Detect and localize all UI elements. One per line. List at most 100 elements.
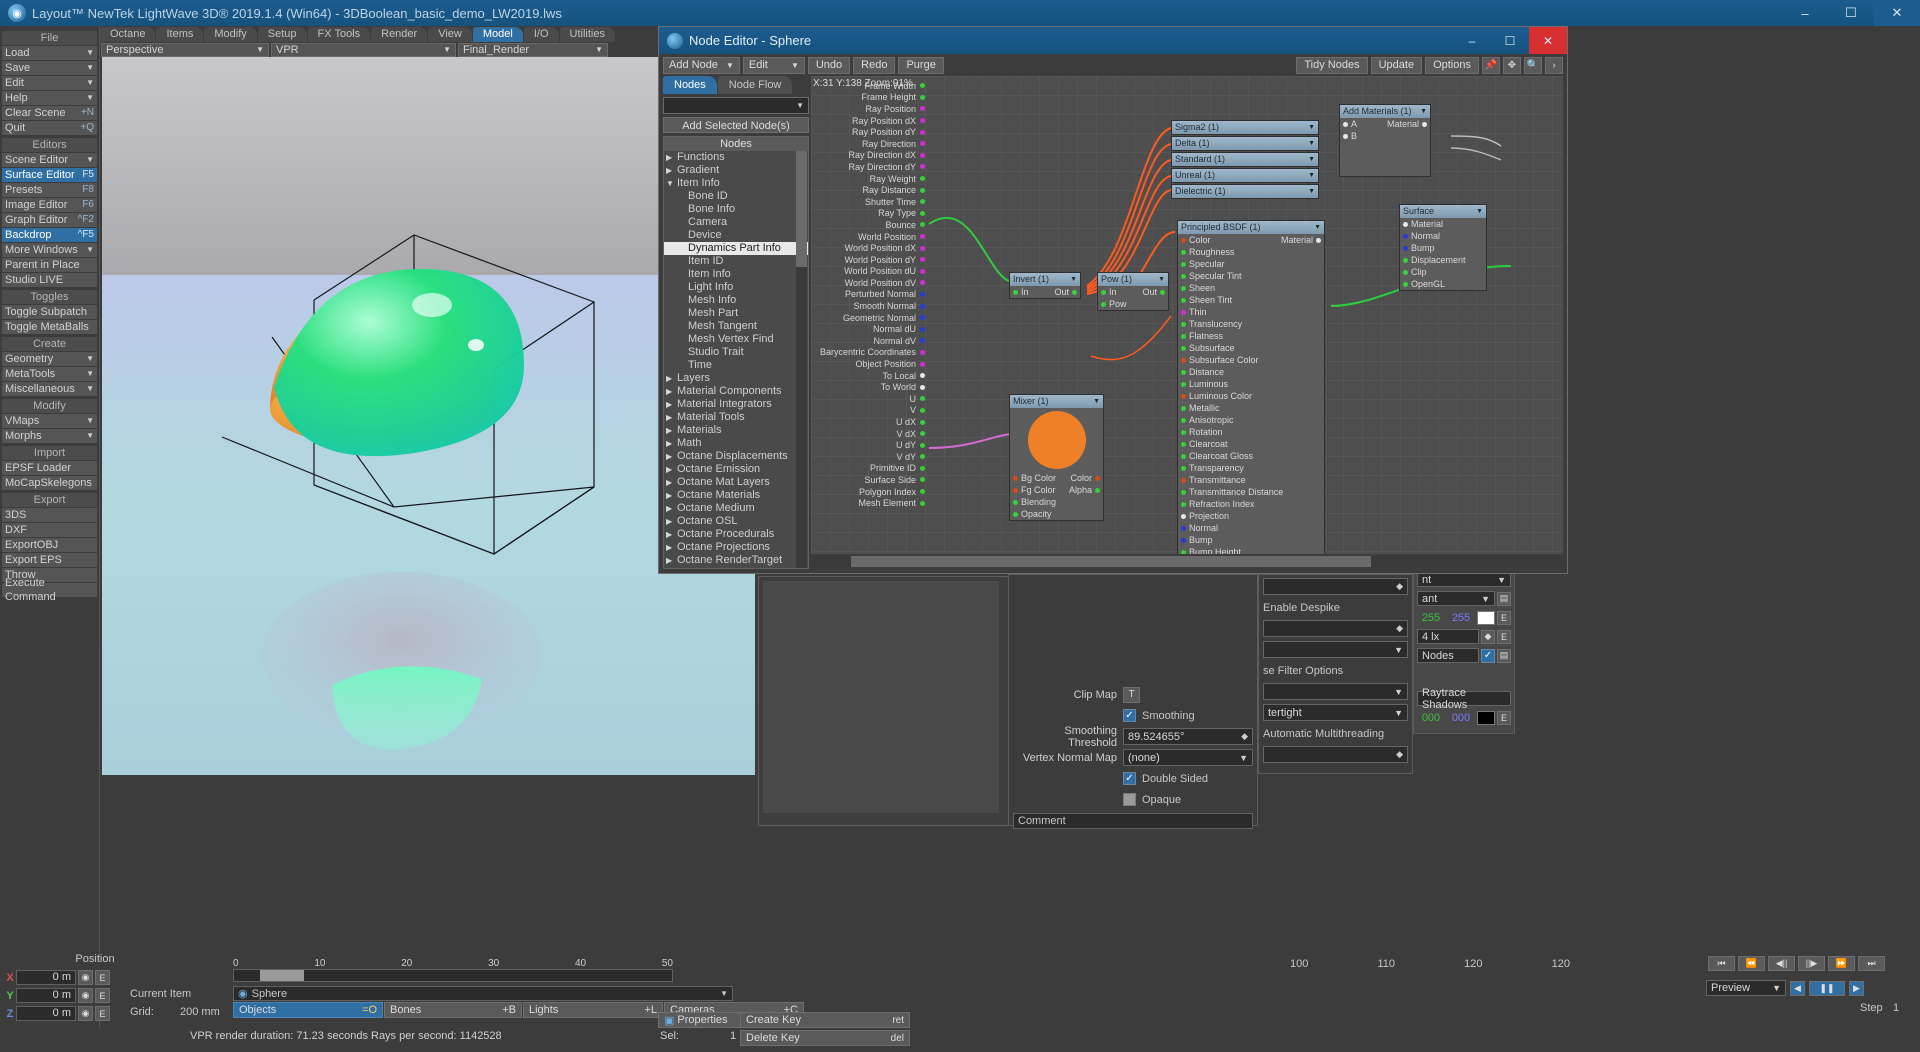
smoothing-row[interactable]: ✓ Smoothing bbox=[1013, 706, 1253, 725]
chevron-right-icon[interactable]: ▶ bbox=[666, 463, 677, 476]
source-output-world-position-dy[interactable]: World Position dY bbox=[819, 254, 925, 266]
port-dot-icon[interactable] bbox=[1403, 245, 1408, 251]
chevron-right-icon[interactable]: ▶ bbox=[666, 450, 677, 463]
port-dot-icon[interactable] bbox=[920, 500, 925, 506]
node-tree-item-material-tools[interactable]: ▶ Material Tools bbox=[664, 411, 808, 424]
bsdf-input-clearcoat-gloss[interactable]: Clearcoat Gloss bbox=[1178, 450, 1324, 462]
bsdf-input-sheen[interactable]: Sheen bbox=[1178, 282, 1324, 294]
node-tree-item-functions[interactable]: ▶ Functions bbox=[664, 151, 808, 164]
chevron-right-icon[interactable]: ▶ bbox=[666, 398, 677, 411]
source-output-ray-type[interactable]: Ray Type bbox=[819, 208, 925, 220]
port-dot-icon[interactable] bbox=[1403, 257, 1408, 263]
source-output-ray-direction-dx[interactable]: Ray Direction dX bbox=[819, 150, 925, 162]
falloff-row[interactable]: ant ▼ ▤ bbox=[1417, 590, 1511, 607]
node-tree-item-octane-materials[interactable]: ▶ Octane Materials bbox=[664, 489, 808, 502]
intensity-envelope-button[interactable]: E bbox=[1497, 629, 1511, 644]
port-dot-icon[interactable] bbox=[920, 129, 925, 135]
surface-input-normal[interactable]: Normal bbox=[1400, 230, 1486, 242]
port-dot-icon[interactable] bbox=[920, 489, 925, 495]
node-add-materials-port-a[interactable]: A Material bbox=[1340, 118, 1430, 130]
port-dot-icon[interactable] bbox=[920, 338, 925, 344]
node-unreal[interactable]: Unreal (1) ▼ bbox=[1171, 168, 1319, 183]
source-output-to-world[interactable]: To World bbox=[819, 381, 925, 393]
chevron-right-icon[interactable]: ▶ bbox=[666, 554, 677, 567]
multithreading-row[interactable]: Automatic Multithreading bbox=[1263, 724, 1408, 743]
nodes-checkbox[interactable]: ✓ bbox=[1481, 648, 1495, 663]
node-panel-tab-nodes[interactable]: Nodes bbox=[663, 76, 717, 94]
menu-tab-render[interactable]: Render bbox=[371, 27, 428, 42]
nodes-row[interactable]: Nodes ✓ ▤ bbox=[1417, 647, 1511, 664]
node-tree-item-light-info[interactable]: Light Info bbox=[664, 281, 808, 294]
node-tree-item-material-components[interactable]: ▶ Material Components bbox=[664, 385, 808, 398]
menu-tab-i-o[interactable]: I/O bbox=[523, 27, 559, 42]
source-output-normal-dv[interactable]: Normal dV bbox=[819, 335, 925, 347]
port-dot-icon[interactable] bbox=[1181, 261, 1186, 267]
port-dot-icon[interactable] bbox=[920, 280, 925, 286]
light-color-row[interactable]: 255 255 E bbox=[1417, 609, 1511, 626]
node-search-input[interactable]: ▼ bbox=[663, 97, 809, 114]
delete-key-button[interactable]: Delete Key del bbox=[740, 1030, 910, 1046]
node-tree-item-material-integrators[interactable]: ▶ Material Integrators bbox=[664, 398, 808, 411]
surface-input-bump[interactable]: Bump bbox=[1400, 242, 1486, 254]
source-output-primitive-id[interactable]: Primitive ID bbox=[819, 463, 925, 475]
menu-tab-items[interactable]: Items bbox=[156, 27, 204, 42]
node-tree-item-octane-mat-layers[interactable]: ▶ Octane Mat Layers bbox=[664, 476, 808, 489]
node-tree-item-octane-medium[interactable]: ▶ Octane Medium bbox=[664, 502, 808, 515]
port-dot-icon[interactable] bbox=[1181, 405, 1186, 411]
timeline[interactable]: 0 10 20 30 40 50 bbox=[233, 958, 673, 982]
node-standard[interactable]: Standard (1) ▼ bbox=[1171, 152, 1319, 167]
sidebar-item-geometry[interactable]: Geometry ▼ bbox=[2, 352, 97, 366]
redo-button[interactable]: Redo bbox=[853, 56, 896, 74]
sidebar-item-exportobj[interactable]: ExportOBJ bbox=[2, 538, 97, 552]
node-panel-tab-node-flow[interactable]: Node Flow bbox=[717, 76, 793, 94]
node-editor-toolbar[interactable]: Add Node ▼ Edit ▼ Undo Redo Purge Tidy N… bbox=[659, 54, 1567, 76]
port-dot-icon[interactable] bbox=[920, 210, 925, 216]
vertex-normal-map-dropdown[interactable]: (none) ▼ bbox=[1123, 749, 1253, 766]
second-dropdown[interactable]: ▼ bbox=[1263, 683, 1408, 700]
node-add-materials[interactable]: Add Materials (1) ▼ A Material B bbox=[1339, 104, 1431, 177]
enable-despike-row[interactable]: Enable Despike bbox=[1263, 598, 1408, 617]
port-dot-icon[interactable] bbox=[920, 268, 925, 274]
chevron-right-icon[interactable]: ▶ bbox=[666, 476, 677, 489]
node-tree-item-dynamics-part-info[interactable]: Dynamics Part Info bbox=[664, 242, 808, 255]
opaque-checkbox[interactable] bbox=[1123, 793, 1136, 806]
chevron-right-icon[interactable]: ▶ bbox=[666, 411, 677, 424]
port-dot-icon[interactable] bbox=[1181, 465, 1186, 471]
filter-dropdown-row[interactable]: ▼ bbox=[1263, 640, 1408, 659]
source-output-u-dx[interactable]: U dX bbox=[819, 416, 925, 428]
source-output-normal-du[interactable]: Normal dU bbox=[819, 323, 925, 335]
port-dot-icon[interactable] bbox=[920, 291, 925, 297]
sidebar-item-scene-editor[interactable]: Scene Editor ▼ bbox=[2, 153, 97, 167]
sidebar-item-morphs[interactable]: Morphs ▼ bbox=[2, 429, 97, 443]
create-key-button[interactable]: Create Key ret bbox=[740, 1012, 910, 1028]
node-tree-item-layers[interactable]: ▶ Layers bbox=[664, 372, 808, 385]
port-dot-icon[interactable] bbox=[1181, 537, 1186, 543]
port-dot-icon[interactable] bbox=[920, 465, 925, 471]
axis-envelope-button[interactable]: E bbox=[95, 988, 110, 1003]
canvas-horizontal-scrollbar[interactable] bbox=[811, 556, 1563, 567]
node-pow-port-in[interactable]: In Out bbox=[1098, 286, 1168, 298]
node-unreal-header[interactable]: Unreal (1) ▼ bbox=[1172, 169, 1318, 182]
nodes-field[interactable]: Nodes bbox=[1417, 648, 1479, 663]
bsdf-input-thin[interactable]: Thin bbox=[1178, 306, 1324, 318]
sidebar-item-vmaps[interactable]: VMaps ▼ bbox=[2, 414, 97, 428]
port-dot-icon[interactable] bbox=[1181, 489, 1186, 495]
menu-tab-fx-tools[interactable]: FX Tools bbox=[307, 27, 371, 42]
chevron-down-icon[interactable]: ▼ bbox=[666, 177, 677, 190]
axis-rows[interactable]: X0 m ◉ E Y 0 m ◉ E Z 0 m ◉ E bbox=[4, 968, 110, 1022]
clip-map-t-button[interactable]: T bbox=[1123, 686, 1140, 703]
source-output-shutter-time[interactable]: Shutter Time bbox=[819, 196, 925, 208]
light-properties-panel[interactable]: nt ▼ ant ▼ ▤ 255 255 E 4 lx ◆ E Nodes ✓ … bbox=[1413, 568, 1515, 734]
node-delta[interactable]: Delta (1) ▼ bbox=[1171, 136, 1319, 151]
port-dot-icon[interactable] bbox=[920, 222, 925, 228]
axis-lock-icon[interactable]: ◉ bbox=[78, 988, 93, 1003]
step-back-button[interactable]: ◀ bbox=[1790, 980, 1805, 996]
port-dot-icon[interactable] bbox=[920, 442, 925, 448]
bsdf-input-translucency[interactable]: Translucency bbox=[1178, 318, 1324, 330]
stepper-icon[interactable]: ◆ bbox=[1241, 731, 1248, 742]
falloff-dropdown[interactable]: ant ▼ bbox=[1417, 591, 1495, 606]
sidebar-item-clear-scene[interactable]: Clear Scene +N bbox=[2, 106, 97, 120]
source-output-v[interactable]: V bbox=[819, 405, 925, 417]
node-mixer-port-opacity[interactable]: Opacity bbox=[1010, 508, 1103, 520]
transport-controls[interactable]: ⏮ ⏪ ◀|| ||▶ ⏩ ⏭ bbox=[1706, 956, 1885, 971]
